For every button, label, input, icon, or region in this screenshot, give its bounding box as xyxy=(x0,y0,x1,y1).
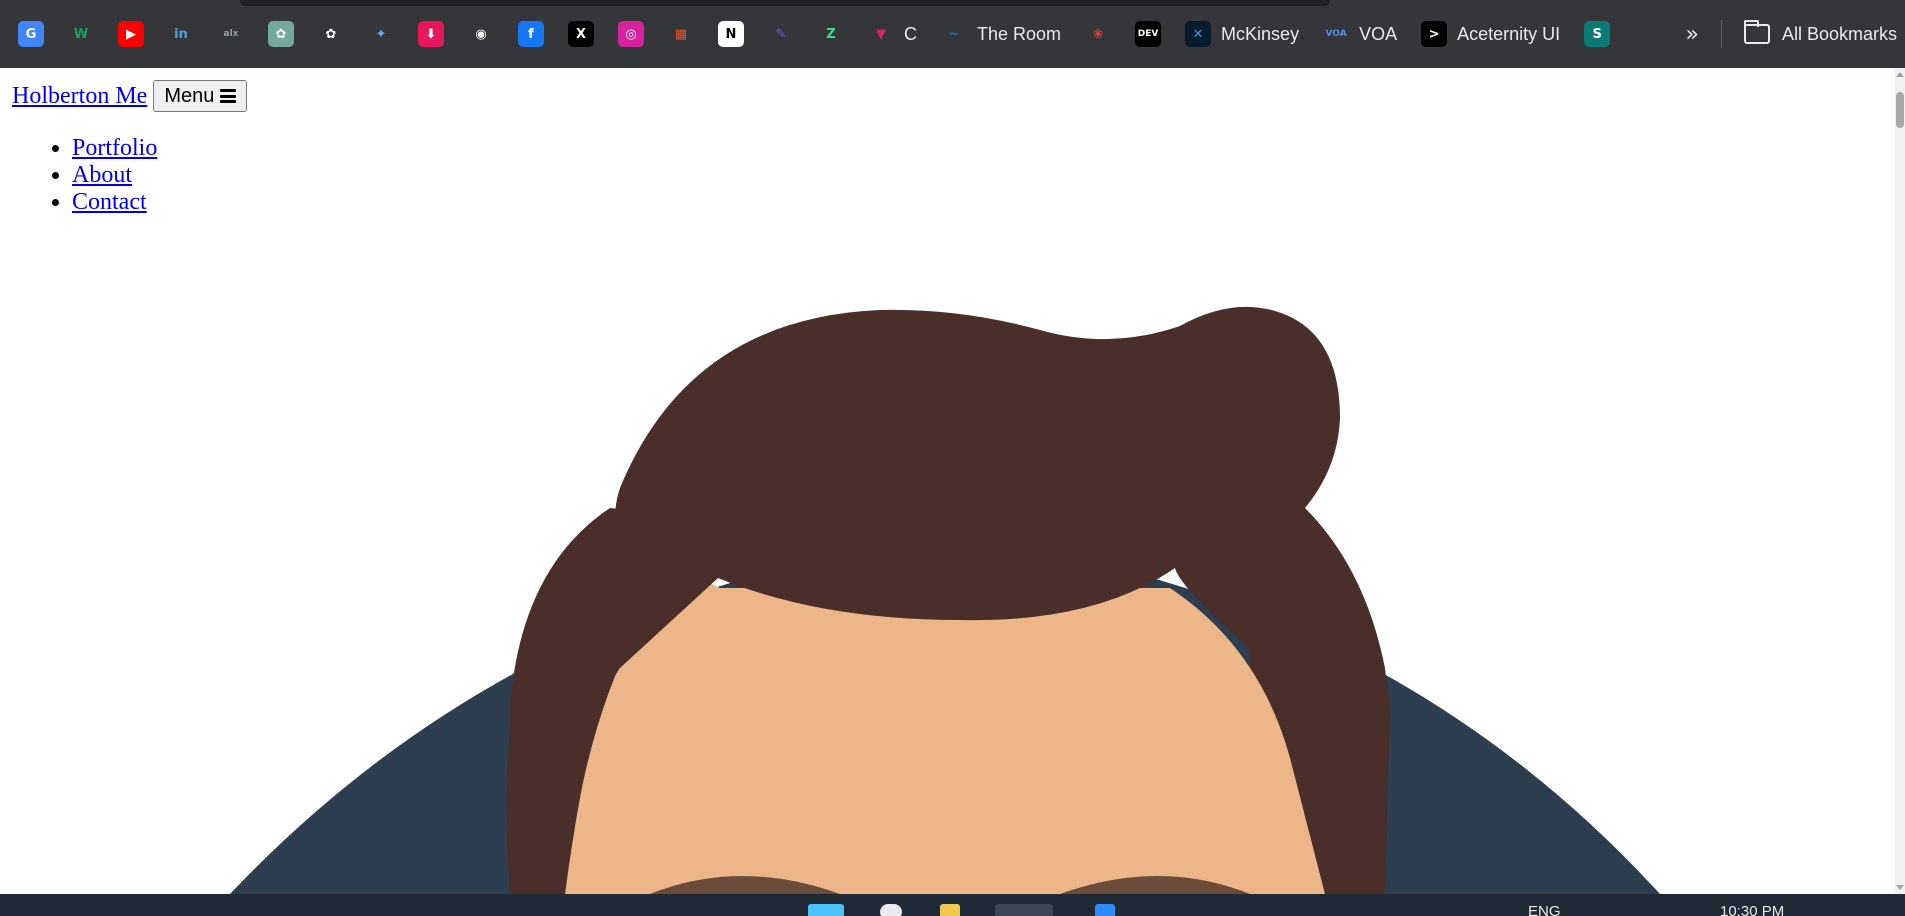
bookmark-dev[interactable]: DEV xyxy=(1135,14,1162,54)
start-icon[interactable] xyxy=(808,904,844,916)
bookmark-x[interactable]: X xyxy=(568,14,594,54)
page-scrollbar[interactable] xyxy=(1895,68,1905,894)
bookmark-youtube[interactable]: ▶ xyxy=(118,14,144,54)
microsoft-icon: ▦ xyxy=(668,21,694,47)
aceternity-icon: > xyxy=(1421,21,1448,47)
nav-list: Portfolio About Contact xyxy=(72,135,157,216)
bookmark-webflow[interactable]: W xyxy=(68,14,94,54)
huawei-icon: ❀ xyxy=(1085,21,1112,47)
facebook-icon: f xyxy=(518,21,544,47)
folder-icon xyxy=(1743,20,1770,44)
github-icon: ◉ xyxy=(468,21,494,47)
bookmark-the-room[interactable]: ~ The Room xyxy=(941,14,1061,54)
zed-icon: Z xyxy=(818,21,844,47)
bookmark-github[interactable]: ◉ xyxy=(468,14,494,54)
nav-item-portfolio: Portfolio xyxy=(72,135,157,162)
bookmarks-overflow-chevron-icon[interactable]: » xyxy=(1686,22,1699,47)
scroll-up-arrow-icon[interactable] xyxy=(1896,72,1904,77)
bookmark-list: G W ▶ in alx ✿ ✿ ✦ ⬇ ◉ f X ◎ ▦ N ✎ Z ▼ C ~ The Room ❀ DEV ✕ McKi… xyxy=(18,14,1634,54)
bookmark-chatgpt[interactable]: ✿ xyxy=(318,14,344,54)
bookmarks-separator xyxy=(1720,20,1722,48)
mckinsey-icon: ✕ xyxy=(1185,21,1212,47)
x-icon: X xyxy=(568,21,594,47)
bookmarks-bar: G W ▶ in alx ✿ ✿ ✦ ⬇ ◉ f X ◎ ▦ N ✎ Z ▼ C ~ The Room ❀ DEV ✕ McKi… xyxy=(0,0,1905,68)
bookmark-chatgpt-green[interactable]: ✿ xyxy=(268,14,294,54)
tabstrip-edge xyxy=(240,0,1330,6)
bookmark-label: Aceternity UI xyxy=(1457,23,1561,44)
bookmark-aceternity[interactable]: > Aceternity UI xyxy=(1421,14,1560,54)
bookmark-google-translate[interactable]: G xyxy=(18,14,44,54)
bookmark-label: VOA xyxy=(1359,23,1398,44)
bookmark-sharepoint[interactable]: S xyxy=(1584,14,1611,54)
instagram-icon: ◎ xyxy=(618,21,644,47)
bookmark-linkedin[interactable]: in xyxy=(168,14,194,54)
youtube-icon: ▶ xyxy=(118,21,144,47)
nav-item-about: About xyxy=(72,162,157,189)
the-room-icon: ~ xyxy=(941,21,967,47)
nav-link-contact[interactable]: Contact xyxy=(72,189,147,215)
bookmark-facebook[interactable]: f xyxy=(518,14,544,54)
voa-icon: VOA xyxy=(1323,21,1350,47)
notion-icon: N xyxy=(718,21,744,47)
vscode-icon[interactable] xyxy=(1095,904,1115,916)
scroll-down-arrow-icon[interactable] xyxy=(1896,885,1904,890)
search-icon[interactable] xyxy=(880,904,902,916)
scrollbar-thumb[interactable] xyxy=(1896,92,1904,128)
paint-icon: ✎ xyxy=(768,21,794,47)
c-site-icon: ▼ xyxy=(868,21,894,47)
alx-icon: alx xyxy=(218,21,244,47)
site-header: Holberton Me Menu xyxy=(12,80,248,112)
hamburger-icon xyxy=(220,89,237,103)
sharepoint-icon: S xyxy=(1584,21,1611,47)
bookmark-zed[interactable]: Z xyxy=(818,14,844,54)
web-page: Holberton Me Menu Portfolio About Contac… xyxy=(0,68,1895,894)
all-bookmarks-label: All Bookmarks xyxy=(1781,23,1897,44)
bookmark-voa[interactable]: VOA VOA xyxy=(1323,14,1397,54)
bookmark-alx[interactable]: alx xyxy=(218,14,244,54)
bookmark-paint[interactable]: ✎ xyxy=(768,14,794,54)
nav-link-about[interactable]: About xyxy=(72,162,132,188)
bookmark-label: McKinsey xyxy=(1221,23,1300,44)
dev-icon: DEV xyxy=(1135,21,1162,47)
bookmark-gemini[interactable]: ✦ xyxy=(368,14,394,54)
downloader-icon: ⬇ xyxy=(418,21,444,47)
gemini-icon: ✦ xyxy=(368,21,394,47)
brand-link[interactable]: Holberton Me xyxy=(12,83,147,110)
bookmark-label: C xyxy=(904,23,917,44)
bookmark-label: The Room xyxy=(977,23,1062,44)
all-bookmarks-button[interactable]: All Bookmarks xyxy=(1743,20,1897,45)
bookmark-c-site[interactable]: ▼ C xyxy=(868,14,917,54)
language-indicator[interactable]: ENG xyxy=(1528,904,1561,916)
nav-link-portfolio[interactable]: Portfolio xyxy=(72,135,157,161)
bookmark-instagram[interactable]: ◎ xyxy=(618,14,644,54)
chrome-taskbar-icon[interactable] xyxy=(995,904,1053,916)
chatgpt-icon: ✿ xyxy=(318,21,344,47)
bookmark-huawei[interactable]: ❀ xyxy=(1085,14,1112,54)
linkedin-icon: in xyxy=(168,21,194,47)
bookmark-microsoft[interactable]: ▦ xyxy=(668,14,694,54)
bookmark-notion[interactable]: N xyxy=(718,14,744,54)
file-explorer-icon[interactable] xyxy=(940,904,960,916)
webflow-icon: W xyxy=(68,21,94,47)
bookmark-downloader[interactable]: ⬇ xyxy=(418,14,444,54)
os-taskbar: ENG 10:30 PM xyxy=(0,894,1905,916)
menu-button[interactable]: Menu xyxy=(153,80,248,112)
chatgpt-green-icon: ✿ xyxy=(268,21,294,47)
bookmark-mckinsey[interactable]: ✕ McKinsey xyxy=(1185,14,1299,54)
menu-button-label: Menu xyxy=(164,84,215,107)
avatar-illustration xyxy=(230,306,1660,894)
google-translate-icon: G xyxy=(18,21,44,47)
system-clock[interactable]: 10:30 PM xyxy=(1720,904,1784,916)
nav-item-contact: Contact xyxy=(72,189,157,216)
